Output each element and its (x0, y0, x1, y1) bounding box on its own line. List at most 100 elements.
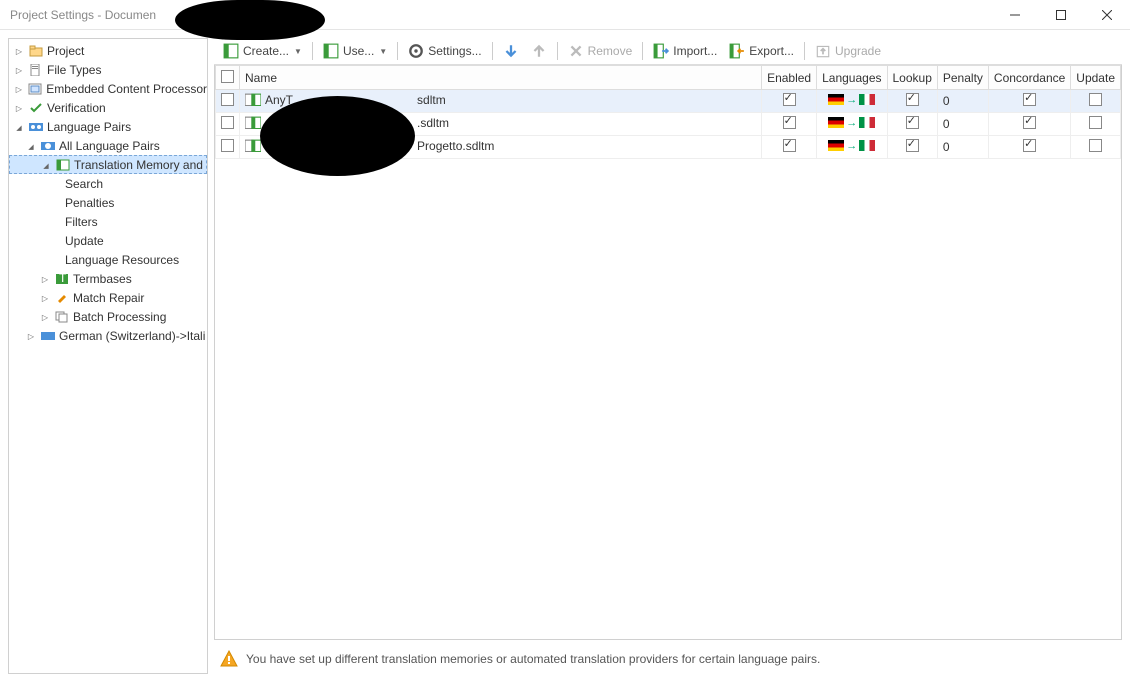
tm-file-icon (245, 140, 261, 152)
tree-all-language-pairs[interactable]: All Language Pairs (9, 136, 207, 155)
arrow-down-icon (503, 43, 519, 59)
row-checkbox[interactable] (221, 116, 234, 129)
col-concordance[interactable]: Concordance (988, 66, 1070, 90)
tree-penalties[interactable]: Penalties (9, 193, 207, 212)
concordance-checkbox[interactable] (1023, 93, 1036, 106)
export-icon (729, 43, 745, 59)
tree-match-repair[interactable]: Match Repair (9, 288, 207, 307)
redaction-blob (175, 0, 325, 40)
row-checkbox[interactable] (221, 139, 234, 152)
tree-filters[interactable]: Filters (9, 212, 207, 231)
enabled-checkbox[interactable] (783, 116, 796, 129)
update-checkbox[interactable] (1089, 116, 1102, 129)
tree-termbases[interactable]: TTermbases (9, 269, 207, 288)
flag-de-icon (828, 94, 844, 105)
lang-icon (28, 120, 44, 134)
col-penalty[interactable]: Penalty (937, 66, 988, 90)
penalty-cell[interactable]: 0 (937, 136, 988, 159)
upgrade-button[interactable]: Upgrade (810, 40, 886, 62)
row-name-suffix: .sdltm (417, 116, 449, 130)
use-icon (323, 43, 339, 59)
create-icon (223, 43, 239, 59)
lang-icon (40, 329, 56, 343)
redaction-blob (260, 96, 415, 176)
tree-language-pairs[interactable]: Language Pairs (9, 117, 207, 136)
tree-embedded[interactable]: Embedded Content Processor (9, 79, 207, 98)
close-button[interactable] (1084, 0, 1130, 30)
import-icon (653, 43, 669, 59)
project-icon (28, 44, 44, 58)
row-checkbox[interactable] (221, 93, 234, 106)
svg-text:T: T (59, 273, 67, 285)
wrench-icon (54, 291, 70, 305)
tree-verification[interactable]: Verification (9, 98, 207, 117)
col-languages[interactable]: Languages (817, 66, 887, 90)
arrow-right-icon: → (846, 94, 857, 106)
col-name[interactable]: Name (240, 66, 762, 90)
arrow-right-icon: → (846, 140, 857, 152)
footer-message: You have set up different translation me… (214, 640, 1122, 674)
language-pair: → (828, 140, 875, 152)
tree-search[interactable]: Search (9, 174, 207, 193)
enabled-checkbox[interactable] (783, 139, 796, 152)
flag-it-icon (859, 140, 875, 151)
maximize-button[interactable] (1038, 0, 1084, 30)
embedded-icon (28, 82, 44, 96)
tm-file-icon (245, 94, 261, 106)
warning-icon (220, 650, 238, 668)
flag-de-icon (828, 140, 844, 151)
minimize-button[interactable] (992, 0, 1038, 30)
lookup-checkbox[interactable] (906, 116, 919, 129)
tree-lang-resources[interactable]: Language Resources (9, 250, 207, 269)
dropdown-icon: ▼ (294, 47, 302, 56)
concordance-checkbox[interactable] (1023, 116, 1036, 129)
enabled-checkbox[interactable] (783, 93, 796, 106)
toolbar: Create...▼ Use...▼ Settings... Remove Im… (214, 38, 1122, 65)
language-pair: → (828, 117, 875, 129)
move-down-button[interactable] (498, 40, 524, 62)
penalty-cell[interactable]: 0 (937, 113, 988, 136)
export-button[interactable]: Export... (724, 40, 799, 62)
verify-icon (28, 101, 44, 115)
col-check[interactable] (216, 66, 240, 90)
col-update[interactable]: Update (1071, 66, 1121, 90)
settings-button[interactable]: Settings... (403, 40, 486, 62)
title-bar: Project Settings - Documen (0, 0, 1130, 30)
use-button[interactable]: Use...▼ (318, 40, 392, 62)
col-enabled[interactable]: Enabled (762, 66, 817, 90)
tree-german-swiss[interactable]: German (Switzerland)->Itali (9, 326, 207, 345)
flag-it-icon (859, 94, 875, 105)
row-name-suffix: Progetto.sdltm (417, 139, 494, 153)
navigation-tree: Project File Types Embedded Content Proc… (8, 38, 208, 674)
tree-translation-memory[interactable]: Translation Memory and (9, 155, 207, 174)
update-checkbox[interactable] (1089, 139, 1102, 152)
tree-project[interactable]: Project (9, 41, 207, 60)
upgrade-icon (815, 43, 831, 59)
tree-batch-processing[interactable]: Batch Processing (9, 307, 207, 326)
lang-icon (40, 139, 56, 153)
concordance-checkbox[interactable] (1023, 139, 1036, 152)
termbase-icon: T (54, 272, 70, 286)
row-name-suffix: sdltm (417, 93, 446, 107)
language-pair: → (828, 94, 875, 106)
move-up-button[interactable] (526, 40, 552, 62)
col-lookup[interactable]: Lookup (887, 66, 937, 90)
penalty-cell[interactable]: 0 (937, 90, 988, 113)
remove-icon (568, 43, 584, 59)
tm-icon (55, 158, 71, 172)
header-checkbox[interactable] (221, 70, 234, 83)
lookup-checkbox[interactable] (906, 139, 919, 152)
lookup-checkbox[interactable] (906, 93, 919, 106)
tree-file-types[interactable]: File Types (9, 60, 207, 79)
remove-button[interactable]: Remove (563, 40, 638, 62)
gear-icon (408, 43, 424, 59)
import-button[interactable]: Import... (648, 40, 722, 62)
create-button[interactable]: Create...▼ (218, 40, 307, 62)
flag-it-icon (859, 117, 875, 128)
window-title: Project Settings - Documen (10, 8, 156, 22)
tm-file-icon (245, 117, 261, 129)
update-checkbox[interactable] (1089, 93, 1102, 106)
footer-text: You have set up different translation me… (246, 652, 820, 666)
arrow-right-icon: → (846, 117, 857, 129)
tree-update[interactable]: Update (9, 231, 207, 250)
